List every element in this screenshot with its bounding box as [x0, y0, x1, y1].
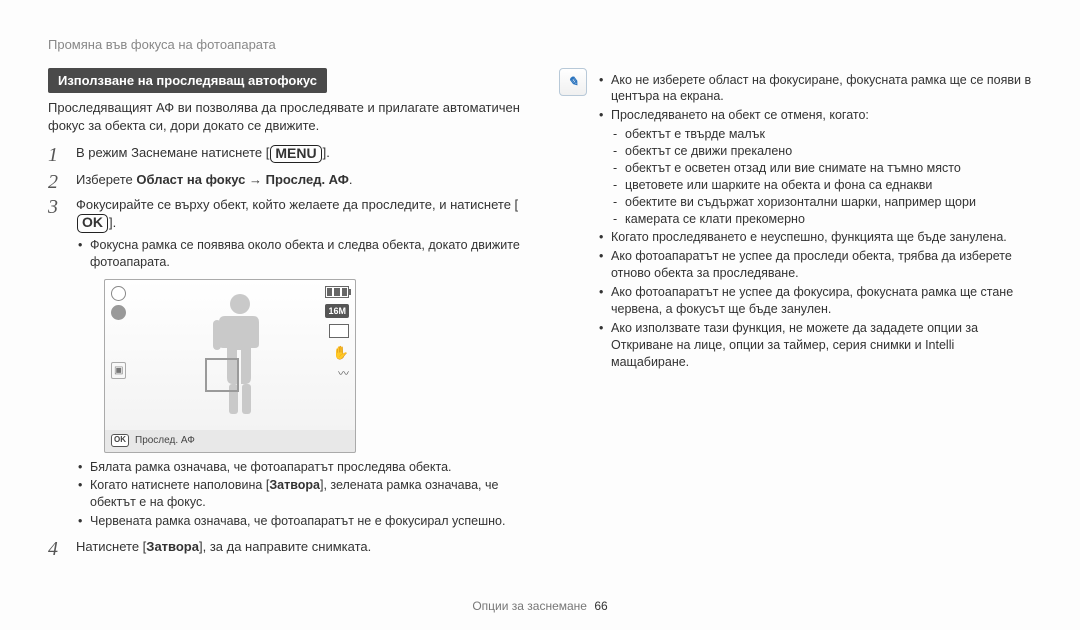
step4-bold: Затвора	[146, 539, 199, 554]
lcd-bottom-bar: OK Прослед. АФ	[105, 430, 355, 452]
manual-page: Промяна във фокуса на фотоапарата Използ…	[0, 0, 1080, 630]
lcd-person-silhouette	[205, 290, 275, 420]
dash-4: цветовете или шарките на обекта и фона с…	[611, 177, 1032, 194]
info-b5: Ако фотоапаратът не успее да фокусира, ф…	[597, 284, 1032, 318]
step3-sublist-2: Бялата рамка означава, че фотоапаратът п…	[76, 459, 521, 531]
step3-post-b2: Когато натиснете наполовина [Затвора], з…	[76, 477, 521, 511]
dash-2: обектът се движи прекалено	[611, 143, 1032, 160]
lcd-ring-fill-icon	[111, 305, 126, 320]
step-4: Натиснете [Затвора], за да направите сни…	[48, 538, 521, 556]
lcd-bottom-label: Прослед. АФ	[135, 434, 195, 448]
step3-text-b: ].	[109, 215, 116, 230]
lcd-right-indicators: 16M ✋ 〰	[325, 286, 349, 383]
lcd-ok-mini-icon: OK	[111, 434, 129, 447]
lcd-left-indicators	[111, 286, 126, 320]
page-number: 66	[594, 599, 607, 613]
step1-text-b: ].	[323, 145, 330, 160]
step2-text-a: Изберете	[76, 172, 136, 187]
burst-icon	[329, 324, 349, 338]
info-content: Ако не изберете област на фокусиране, фо…	[597, 68, 1032, 379]
breadcrumb: Промяна във фокуса на фотоапарата	[48, 36, 1032, 54]
info-b3: Когато проследяването е неуспешно, функц…	[597, 229, 1032, 246]
camera-lcd-illustration: ▣	[104, 279, 356, 453]
two-column-layout: Използване на проследяващ автофокус Прос…	[48, 68, 1032, 564]
resolution-badge: 16M	[325, 304, 349, 318]
info-box: ✎ Ако не изберете област на фокусиране, …	[559, 68, 1032, 379]
dash-5: обектите ви съдържат хоризонтални шарки,…	[611, 194, 1032, 211]
step4-text-b: ], за да направите снимката.	[199, 539, 371, 554]
info-icon: ✎	[559, 68, 587, 96]
info-bullets: Ако не изберете област на фокусиране, фо…	[597, 72, 1032, 371]
touch-icon: ✋	[333, 344, 349, 362]
step3-sub1: Фокусна рамка се появява около обекта и …	[76, 237, 521, 271]
step3-post-b1: Бялата рамка означава, че фотоапаратът п…	[76, 459, 521, 476]
step1-text-a: В режим Заснемане натиснете [	[76, 145, 269, 160]
footer-label: Опции за заснемане	[472, 599, 587, 613]
step3-text-a: Фокусирайте се върху обект, който желает…	[76, 197, 518, 212]
dash-3: обектът е осветен отзад или вие снимате …	[611, 160, 1032, 177]
step2-bold: Област на фокус → Прослед. АФ	[136, 172, 348, 187]
lcd-focus-square	[205, 358, 239, 392]
dash-1: обектът е твърде малък	[611, 126, 1032, 143]
step2-text-b: .	[349, 172, 353, 187]
ok-button-icon: OK	[77, 214, 108, 232]
info-b1: Ако не изберете област на фокусиране, фо…	[597, 72, 1032, 106]
dash-6: камерата се клати прекомерно	[611, 211, 1032, 228]
info-b2: Проследяването на обект се отменя, когат…	[597, 107, 1032, 227]
step3-sublist-1: Фокусна рамка се появява около обекта и …	[76, 237, 521, 271]
step-3: Фокусирайте се върху обект, който желает…	[48, 196, 521, 530]
info-b6: Ако използвате тази функция, не можете д…	[597, 320, 1032, 371]
lcd-focus-mode-icon: ▣	[111, 362, 126, 380]
page-footer: Опции за заснемане 66	[0, 598, 1080, 614]
right-column: ✎ Ако не изберете област на фокусиране, …	[559, 68, 1032, 564]
step3-post-b3: Червената рамка означава, че фотоапаратъ…	[76, 513, 521, 530]
stabilize-icon: 〰	[338, 367, 349, 382]
steps-list: В режим Заснемане натиснете [MENU]. Избе…	[48, 144, 521, 555]
step-2: Изберете Област на фокус → Прослед. АФ.	[48, 171, 521, 189]
menu-button-icon: MENU	[270, 145, 321, 163]
info-dash-list: обектът е твърде малък обектът се движи …	[611, 126, 1032, 227]
lcd-ring-icon	[111, 286, 126, 301]
section-header: Използване на проследяващ автофокус	[48, 68, 327, 94]
left-column: Използване на проследяващ автофокус Прос…	[48, 68, 521, 564]
step4-text-a: Натиснете [	[76, 539, 146, 554]
intro-text: Проследяващият АФ ви позволява да просле…	[48, 99, 521, 134]
info-b4: Ако фотоапаратът не успее да проследи об…	[597, 248, 1032, 282]
battery-icon	[325, 286, 349, 298]
step-1: В режим Заснемане натиснете [MENU].	[48, 144, 521, 163]
